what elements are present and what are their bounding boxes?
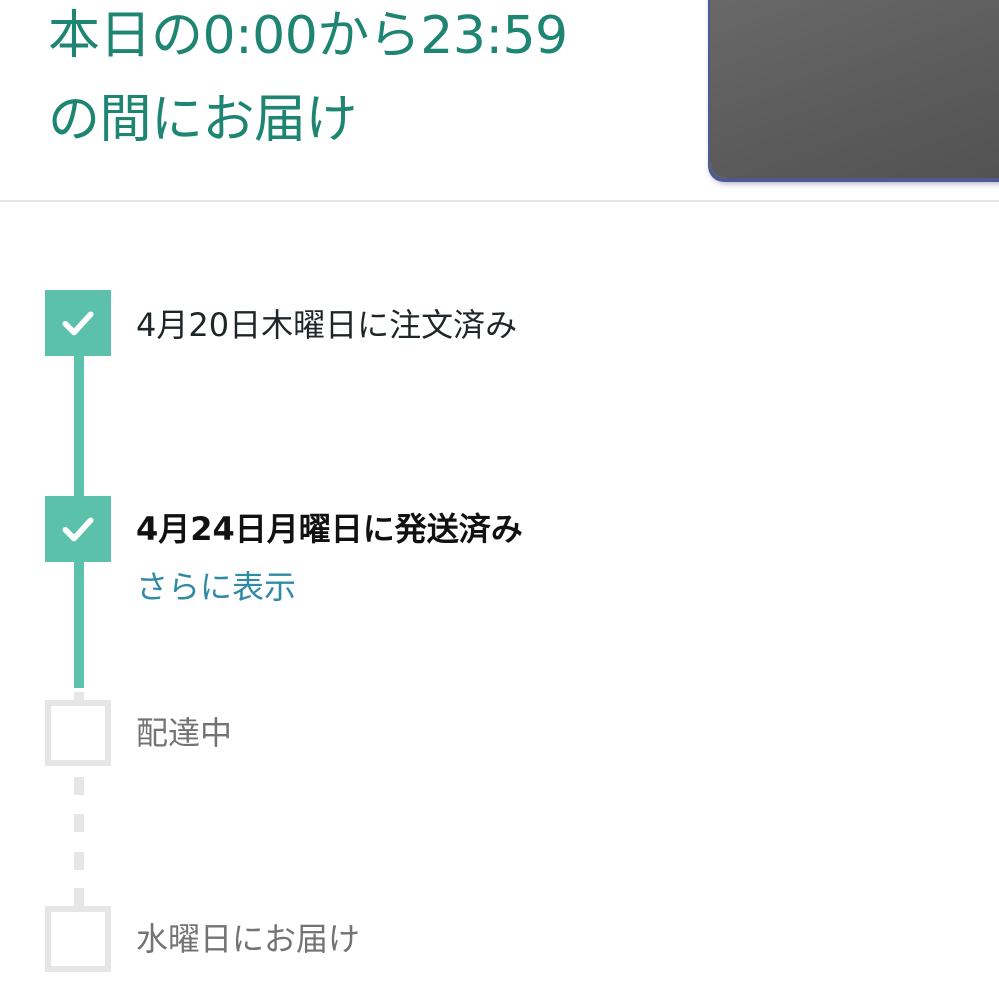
product-image[interactable]: [710, 0, 999, 178]
pending-dash: [74, 852, 84, 870]
delivery-window-line1: 本日の0:00から23:59: [48, 6, 568, 66]
checkmark-icon: [62, 517, 94, 542]
delivery-header: 本日の0:00から23:59 の間にお届け: [0, 0, 999, 200]
show-more-link[interactable]: さらに表示: [136, 565, 296, 609]
step-delivery-checkbox: [45, 906, 111, 972]
pending-dash: [74, 777, 84, 795]
step-delivery-label: 水曜日にお届け: [136, 920, 361, 958]
delivery-window-line2: の間にお届け: [48, 90, 358, 150]
step-in-transit-checkbox: [45, 700, 111, 766]
shipment-progress-tracker: 4月20日木曜日に注文済み 4月24日月曜日に発送済み さらに表示 配達中 水曜…: [0, 202, 999, 999]
checkmark-icon: [62, 311, 94, 336]
delivery-window-title: 本日の0:00から23:59 の間にお届け: [48, 0, 688, 162]
step-shipped-label: 4月24日月曜日に発送済み: [136, 510, 523, 548]
step-in-transit-label: 配達中: [136, 714, 233, 752]
step-ordered-label: 4月20日木曜日に注文済み: [136, 306, 518, 344]
pending-dash: [74, 888, 84, 906]
pending-dash: [74, 814, 84, 832]
progress-line-ordered-shipped: [74, 352, 84, 502]
step-shipped-checkbox: [45, 496, 111, 562]
progress-line-shipped: [74, 558, 84, 688]
step-ordered-checkbox: [45, 290, 111, 356]
